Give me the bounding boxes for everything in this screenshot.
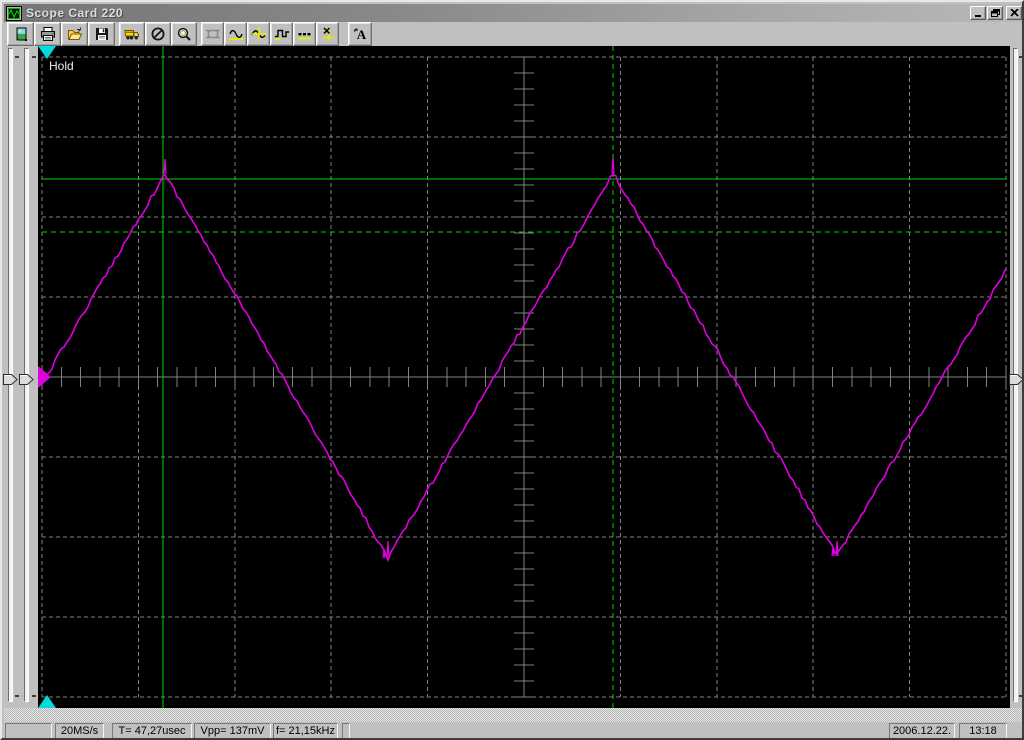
dump-truck-icon: [124, 30, 139, 40]
minimize-button[interactable]: [970, 6, 986, 20]
right-slider-thumb[interactable]: [1009, 372, 1022, 385]
status-panel-blank-narrow: [342, 723, 350, 738]
slider-scale-tick: [1019, 695, 1022, 697]
trigger-position-marker-bottom[interactable]: [38, 695, 56, 708]
slider-scale-tick: [32, 56, 36, 58]
hold-indicator: Hold: [49, 59, 74, 73]
title-bar[interactable]: Scope Card 220: [4, 4, 1022, 22]
status-panel-vpp: Vpp= 137mV: [194, 723, 271, 738]
exit-button[interactable]: [7, 22, 34, 46]
close-button[interactable]: [1006, 6, 1022, 20]
x-cursor-icon: [322, 27, 335, 41]
zoom-button[interactable]: [171, 22, 197, 46]
grid-icon: [205, 29, 220, 39]
status-panel-sample-rate: 20MS/s: [55, 723, 104, 738]
status-panel-blank: [5, 723, 52, 738]
status-panel-frequency: f= 21,15kHz: [273, 723, 338, 738]
dashed-line-button[interactable]: [293, 22, 316, 46]
magnifier-icon: [177, 27, 191, 41]
channel-level-marker[interactable]: [38, 366, 51, 388]
square-wave-icon: [274, 29, 289, 40]
graticule-button[interactable]: [201, 22, 224, 46]
sine-wave-icon: [228, 29, 243, 40]
printer-icon: [40, 27, 55, 41]
open-button[interactable]: [61, 22, 88, 46]
x-cursor-button[interactable]: [316, 22, 339, 46]
scope-display[interactable]: Hold: [38, 46, 1010, 708]
stop-button[interactable]: [145, 22, 171, 46]
text-a-icon: A: [353, 27, 367, 42]
slider-scale-tick: [32, 695, 36, 697]
sine-mode-button[interactable]: [224, 22, 247, 46]
scope-card-window: Scope Card 220 A Hold 20MS/s T= 47,27use…: [0, 0, 1024, 740]
minimize-icon: [974, 15, 981, 17]
main-area: Hold: [3, 46, 1022, 708]
acquire-button[interactable]: [119, 22, 145, 46]
left-slider-thumb-2[interactable]: [19, 372, 34, 385]
window-title: Scope Card 220: [26, 6, 124, 20]
print-button[interactable]: [34, 22, 61, 46]
scope-canvas[interactable]: [38, 46, 1010, 708]
left-slider-gutter: [3, 46, 38, 708]
left-slider-thumb-1[interactable]: [3, 372, 18, 385]
exit-door-icon: [16, 27, 27, 41]
dither-strip: [4, 708, 1022, 722]
close-icon: [1009, 9, 1019, 17]
open-folder-icon: [67, 27, 82, 40]
dashes-icon: [297, 33, 311, 40]
toolbar: A: [4, 22, 1022, 46]
text-label-button[interactable]: A: [348, 22, 372, 46]
restore-button[interactable]: [987, 6, 1003, 20]
restore-icon: [990, 9, 1000, 17]
slider-scale-tick: [15, 56, 19, 58]
app-icon[interactable]: [6, 5, 22, 21]
cancel-icon: [151, 27, 165, 41]
status-panel-date: 2006.12.22.: [889, 723, 955, 738]
wave-cursor-button[interactable]: [247, 22, 270, 46]
save-floppy-icon: [95, 28, 108, 40]
status-panel-time: 13:18: [959, 723, 1007, 738]
trigger-mode-button[interactable]: [270, 22, 293, 46]
trigger-position-marker-top[interactable]: [38, 46, 56, 59]
status-panel-period: T= 47,27usec: [112, 723, 192, 738]
svg-text:A: A: [357, 27, 367, 42]
wave-cursor-icon: [250, 27, 266, 40]
slider-scale-tick: [15, 695, 19, 697]
status-bar: 20MS/s T= 47,27usec Vpp= 137mV f= 21,15k…: [4, 722, 1022, 738]
slider-scale-tick: [1019, 56, 1022, 58]
right-slider-gutter: [1009, 46, 1022, 708]
save-button[interactable]: [88, 22, 115, 46]
toolbar-separator: [339, 22, 348, 46]
